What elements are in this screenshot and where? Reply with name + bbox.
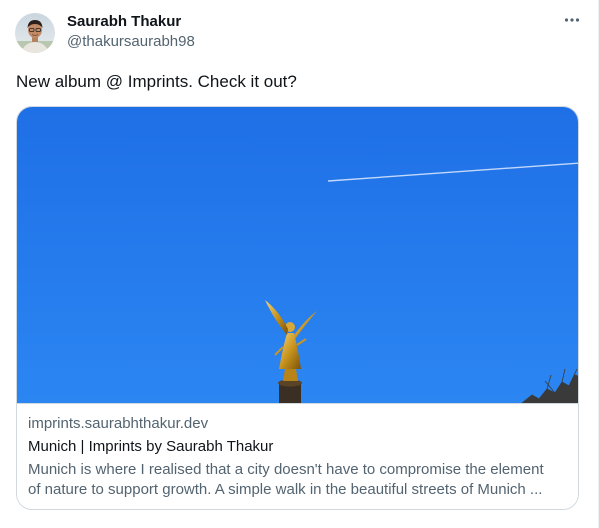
more-horizontal-icon — [563, 11, 581, 34]
more-button[interactable] — [560, 10, 584, 34]
author-handle[interactable]: @thakursaurabh98 — [67, 32, 195, 52]
link-card-description-line: Munich is where I realised that a city d… — [28, 461, 544, 478]
link-card-meta[interactable]: imprints.saurabhthakur.dev Munich | Impr… — [17, 403, 578, 509]
link-card-description-line: of nature to support growth. A simple wa… — [28, 481, 543, 498]
avatar[interactable] — [15, 13, 55, 53]
tweet[interactable]: Saurabh Thakur @thakursaurabh98 New albu… — [0, 0, 599, 528]
tweet-text: New album @ Imprints. Check it out? — [16, 72, 297, 91]
link-card-domain: imprints.saurabhthakur.dev — [28, 415, 209, 432]
link-card-image[interactable] — [17, 107, 578, 403]
link-card[interactable]: imprints.saurabhthakur.dev Munich | Impr… — [16, 106, 579, 510]
author-display-name[interactable]: Saurabh Thakur — [67, 12, 181, 32]
link-card-description: Munich is where I realised that a city d… — [28, 460, 568, 500]
link-card-title: Munich | Imprints by Saurabh Thakur — [28, 438, 274, 455]
